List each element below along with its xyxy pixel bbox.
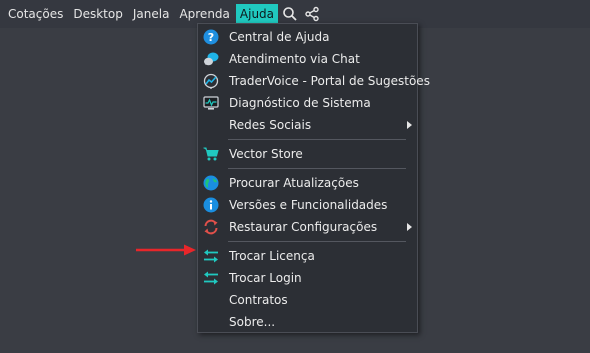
- menu-item-label: Redes Sociais: [229, 118, 312, 132]
- menu-item-label: Trocar Licença: [229, 249, 315, 263]
- annotation-arrow: [136, 244, 196, 256]
- menu-item-diagnostico[interactable]: Diagnóstico de Sistema: [198, 92, 417, 114]
- menu-item-trocar-licenca[interactable]: Trocar Licença: [198, 245, 417, 267]
- menu-item-label: Versões e Funcionalidades: [229, 198, 388, 212]
- menu-aprenda[interactable]: Aprenda: [175, 4, 233, 24]
- tradervoice-icon: [203, 73, 219, 89]
- menu-item-vector-store[interactable]: Vector Store: [198, 143, 417, 165]
- submenu-arrow-icon: [407, 121, 412, 129]
- menu-separator: [228, 168, 406, 169]
- swap-arrows-icon: [203, 248, 219, 264]
- menu-item-label: TraderVoice - Portal de Sugestões: [229, 74, 430, 88]
- menu-item-label: Trocar Login: [229, 271, 302, 285]
- menu-item-label: Restaurar Configurações: [229, 220, 378, 234]
- menu-cotacoes[interactable]: Cotações: [4, 4, 67, 24]
- menu-item-label: Procurar Atualizações: [229, 176, 359, 190]
- menu-item-tradervoice[interactable]: TraderVoice - Portal de Sugestões: [198, 70, 430, 92]
- menu-item-label: Sobre...: [229, 315, 276, 329]
- menu-item-label: Diagnóstico de Sistema: [229, 96, 371, 110]
- submenu-arrow-icon: [407, 223, 412, 231]
- menu-item-redes-sociais[interactable]: Redes Sociais: [198, 114, 417, 136]
- menu-item-label: Contratos: [229, 293, 288, 307]
- menu-separator: [228, 139, 406, 140]
- menu-item-label: Vector Store: [229, 147, 303, 161]
- swap-arrows-icon: [203, 270, 219, 286]
- info-icon: [203, 197, 219, 213]
- menu-desktop[interactable]: Desktop: [69, 4, 127, 24]
- menu-item-central-ajuda[interactable]: ? Central de Ajuda: [198, 26, 417, 48]
- menu-item-label: Central de Ajuda: [229, 30, 330, 44]
- menu-item-atendimento-chat[interactable]: Atendimento via Chat: [198, 48, 417, 70]
- globe-icon: [203, 175, 219, 191]
- menu-ajuda[interactable]: Ajuda: [235, 4, 279, 24]
- menu-item-label: Atendimento via Chat: [229, 52, 360, 66]
- menu-item-contratos[interactable]: Contratos: [198, 289, 417, 311]
- menu-separator: [228, 241, 406, 242]
- menu-janela[interactable]: Janela: [129, 4, 174, 24]
- cart-icon: [203, 146, 219, 162]
- restore-icon: [203, 219, 219, 235]
- menu-item-trocar-login[interactable]: Trocar Login: [198, 267, 417, 289]
- menu-item-sobre[interactable]: Sobre...: [198, 311, 417, 333]
- chat-icon: [203, 51, 219, 67]
- help-icon: ?: [203, 29, 219, 45]
- menu-item-versoes[interactable]: Versões e Funcionalidades: [198, 194, 417, 216]
- search-icon[interactable]: [280, 4, 300, 24]
- share-icon[interactable]: [302, 4, 322, 24]
- menu-item-restaurar-configuracoes[interactable]: Restaurar Configurações: [198, 216, 417, 238]
- help-dropdown-menu: ? Central de Ajuda Atendimento via Chat …: [197, 23, 430, 333]
- svg-text:?: ?: [208, 31, 214, 44]
- monitor-icon: [203, 95, 219, 111]
- menu-item-procurar-atualizacoes[interactable]: Procurar Atualizações: [198, 172, 417, 194]
